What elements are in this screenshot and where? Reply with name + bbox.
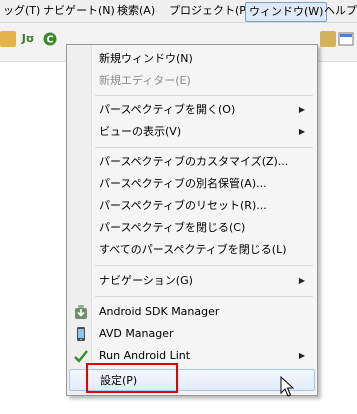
submenu-arrow-icon: ▶	[298, 105, 305, 114]
menu-item-label: パースペクティブを閉じる(C)	[99, 221, 246, 234]
menu-separator	[95, 95, 313, 96]
package-icon[interactable]	[0, 31, 16, 47]
mouse-cursor-icon	[280, 375, 295, 398]
menu-item-label: Android SDK Manager	[99, 305, 220, 318]
menu-item-new-editor: 新規エディター(E)	[69, 70, 315, 92]
submenu-arrow-icon: ▶	[298, 276, 305, 285]
menu-item-label: ナビゲーション(G)	[99, 274, 193, 287]
menu-item-label: ビューの表示(V)	[99, 125, 182, 138]
menu-item-label: パースペクティブのリセット(R)...	[99, 199, 267, 212]
menu-item-reset-perspective[interactable]: パースペクティブのリセット(R)...	[69, 195, 315, 217]
menu-item-close-perspective[interactable]: パースペクティブを閉じる(C)	[69, 217, 315, 239]
menu-item-save-perspective-as[interactable]: パースペクティブの別名保管(A)...	[69, 173, 315, 195]
menu-help[interactable]: ヘルプ(	[321, 0, 357, 22]
menu-item-android-sdk-manager[interactable]: Android SDK Manager	[69, 301, 315, 323]
menu-navigate[interactable]: ナビゲート(N)	[40, 0, 118, 22]
lint-check-icon	[73, 348, 89, 364]
menu-item-customize-perspective[interactable]: パースペクティブのカスタマイズ(Z)...	[69, 151, 315, 173]
folder-icon[interactable]	[320, 31, 336, 47]
submenu-arrow-icon: ▶	[298, 127, 305, 136]
menu-item-navigation[interactable]: ナビゲーション(G) ▶	[69, 270, 315, 292]
android-phone-icon	[73, 326, 89, 342]
menu-item-open-perspective[interactable]: パースペクティブを開く(O) ▶	[69, 99, 315, 121]
menu-separator	[95, 265, 313, 266]
menubar: ッグ(T) ナビゲート(N) 検索(A) プロジェクト(P) ウィンドウ(W) …	[0, 0, 357, 23]
menu-item-label: AVD Manager	[99, 327, 174, 340]
menu-item-label: パースペクティブのカスタマイズ(Z)...	[99, 155, 289, 168]
menu-search[interactable]: 検索(A)	[114, 0, 158, 22]
menu-item-run-android-lint[interactable]: Run Android Lint ▶	[69, 345, 315, 367]
junit-icon[interactable]: Jʊ	[20, 31, 36, 47]
workspace-background	[0, 62, 66, 414]
window-menu-dropdown: 新規ウィンドウ(N) 新規エディター(E) パースペクティブを開く(O) ▶ ビ…	[66, 44, 318, 396]
menu-item-label: パースペクティブの別名保管(A)...	[99, 177, 267, 190]
menu-item-label: 新規ウィンドウ(N)	[99, 52, 193, 65]
menu-debug[interactable]: ッグ(T)	[0, 0, 43, 22]
menu-item-label: Run Android Lint	[99, 349, 191, 362]
menu-project[interactable]: プロジェクト(P)	[166, 0, 253, 22]
menu-item-close-all-perspectives[interactable]: すべてのパースペクティブを閉じる(L)	[69, 239, 315, 261]
menu-separator	[95, 147, 313, 148]
menu-item-show-view[interactable]: ビューの表示(V) ▶	[69, 121, 315, 143]
menu-item-preferences[interactable]: 設定(P)	[69, 369, 315, 391]
menu-separator	[95, 296, 313, 297]
menu-window[interactable]: ウィンドウ(W)	[245, 2, 328, 22]
menu-item-new-window[interactable]: 新規ウィンドウ(N)	[69, 48, 315, 70]
menu-item-label: 設定(P)	[100, 374, 138, 387]
perspective-icon[interactable]	[338, 31, 354, 47]
submenu-arrow-icon: ▶	[298, 351, 305, 360]
java-class-icon[interactable]: C	[42, 31, 58, 47]
menu-item-label: 新規エディター(E)	[99, 74, 191, 87]
svg-text:C: C	[46, 35, 53, 46]
menu-item-avd-manager[interactable]: AVD Manager	[69, 323, 315, 345]
menu-item-label: すべてのパースペクティブを閉じる(L)	[99, 243, 287, 256]
menu-item-label: パースペクティブを開く(O)	[99, 103, 236, 116]
android-sdk-download-icon	[73, 304, 89, 320]
